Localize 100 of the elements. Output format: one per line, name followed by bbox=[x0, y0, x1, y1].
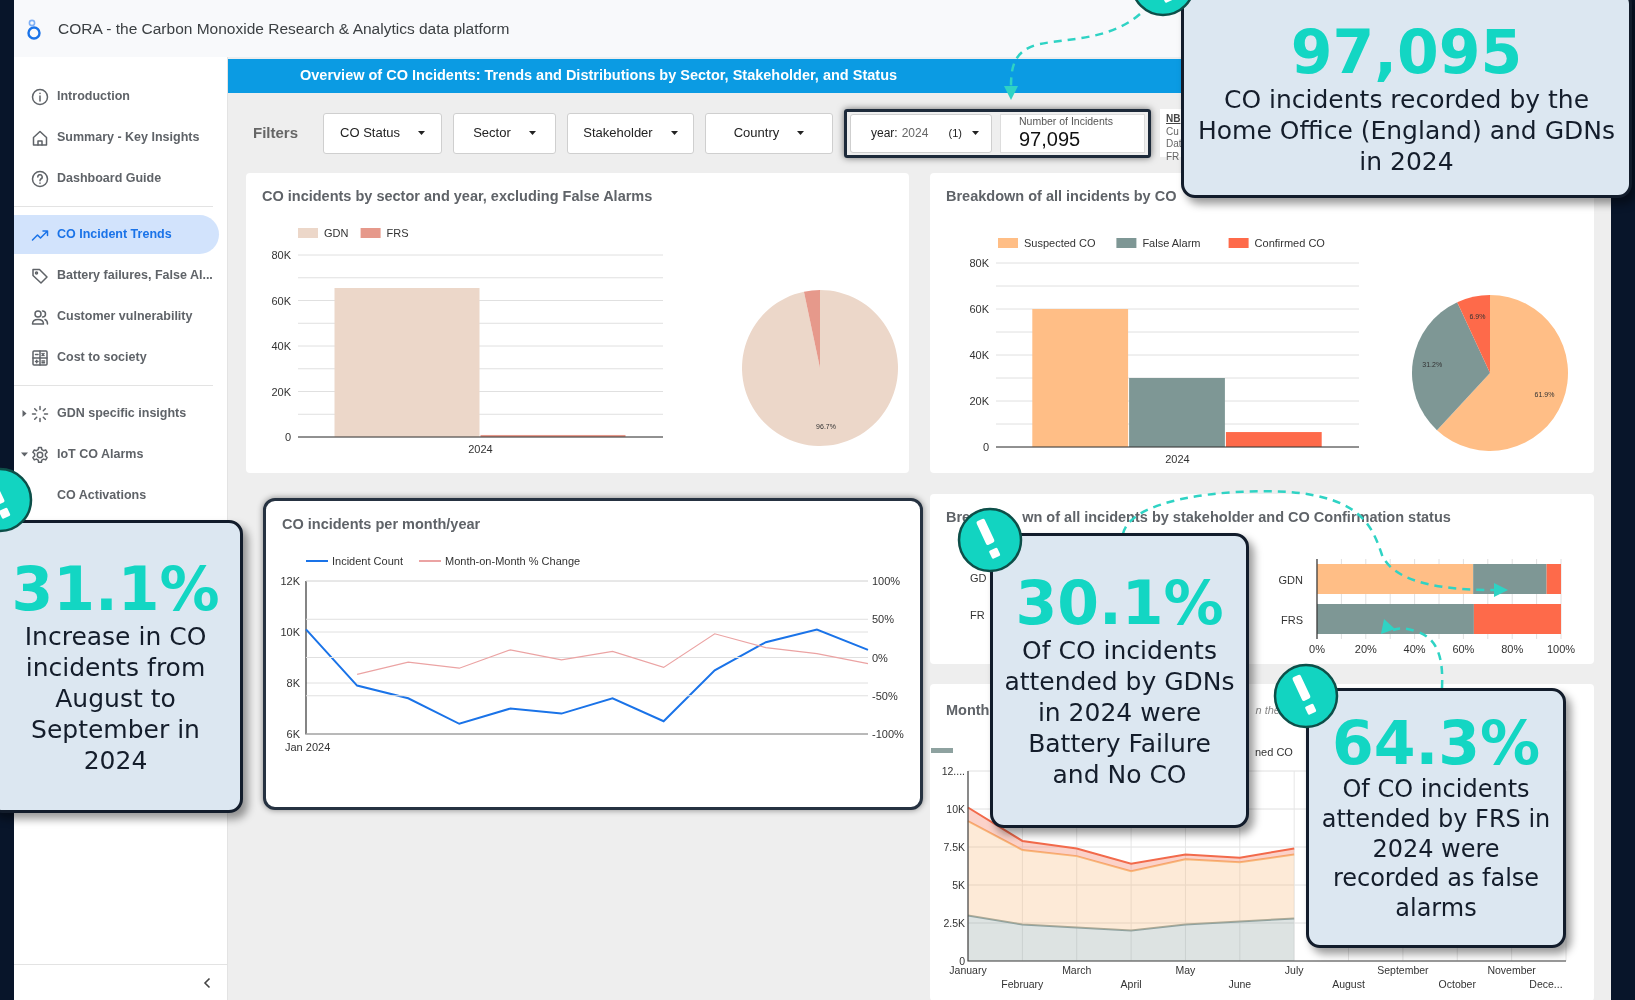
chart-title: wn of all incidents by stakeholder and CO Confirmation status bbox=[1022, 508, 1451, 527]
callout-text: Of CO incidents attended by FRS in 2024 were recorded as false alarms bbox=[1320, 775, 1552, 924]
legend-label: Month-on-Month % Change bbox=[445, 555, 581, 567]
axis-label: 8K bbox=[286, 677, 300, 689]
sidebar-item[interactable]: Customer vulnerability bbox=[14, 297, 219, 336]
axis-label: November bbox=[1487, 964, 1536, 976]
caret-down-icon[interactable] bbox=[21, 451, 28, 458]
note-text: Cu bbox=[1166, 125, 1180, 138]
filter-dropdown[interactable]: Stakeholder bbox=[567, 112, 694, 154]
axis-label: 12K bbox=[280, 575, 300, 587]
callout-value: 64.3% bbox=[1331, 712, 1541, 776]
caret-down-icon bbox=[528, 131, 536, 135]
axis-label: -100% bbox=[872, 728, 904, 740]
year-filter-dropdown[interactable]: year: 2024 (1) bbox=[850, 113, 992, 153]
axis-label: FRS bbox=[1281, 614, 1303, 626]
scorecard-value: 97,095 bbox=[1019, 127, 1082, 150]
axis-label: 60% bbox=[1452, 643, 1475, 655]
legend-label: GDN bbox=[324, 227, 349, 239]
axis-label: 10K bbox=[946, 803, 965, 815]
caret-down-icon bbox=[418, 131, 425, 135]
legend-label: ned CO bbox=[1255, 746, 1293, 758]
calculator-icon bbox=[31, 348, 49, 367]
caret-down-icon bbox=[972, 131, 979, 135]
axis-label: 20K bbox=[271, 385, 291, 398]
note-text: NB bbox=[1166, 113, 1182, 126]
filter-dropdown[interactable]: Country bbox=[705, 112, 833, 154]
dashed-arrow bbox=[1381, 619, 1444, 689]
axis-label: FR bbox=[970, 609, 985, 621]
axis-label: 20% bbox=[1354, 643, 1377, 655]
collapse-chevron-icon[interactable] bbox=[203, 976, 211, 989]
axis-label: January bbox=[949, 964, 987, 976]
axis-label: 50% bbox=[872, 613, 895, 626]
axis-label: 0% bbox=[1309, 643, 1325, 655]
info-icon bbox=[31, 87, 49, 106]
sidebar-item[interactable]: Dashboard Guide bbox=[14, 159, 219, 198]
chart-title: CO incidents per month/year bbox=[281, 515, 482, 534]
house-icon bbox=[31, 128, 49, 147]
axis-label: 40K bbox=[969, 349, 989, 361]
axis-label: 60K bbox=[271, 294, 291, 307]
axis-label: May bbox=[1175, 964, 1196, 976]
sparkle-icon bbox=[31, 404, 49, 423]
axis-label: 2024 bbox=[468, 443, 493, 455]
axis-label: -50% bbox=[872, 689, 898, 702]
tag-icon bbox=[31, 266, 49, 285]
legend-label: FRS bbox=[386, 227, 409, 239]
axis-label: February bbox=[1001, 978, 1044, 990]
note-text: FR bbox=[1166, 150, 1181, 163]
sidebar-item[interactable]: Cost to society bbox=[14, 338, 219, 377]
axis-label: 100% bbox=[1546, 643, 1576, 655]
app-title: CORA - the Carbon Monoxide Research & Analytics data platform bbox=[58, 18, 510, 39]
help-icon bbox=[31, 169, 49, 188]
axis-label: 0 bbox=[284, 431, 291, 443]
axis-label: July bbox=[1284, 964, 1304, 976]
legend-label: Incident Count bbox=[332, 555, 403, 567]
axis-label: 80% bbox=[1501, 643, 1524, 655]
axis-label: 2024 bbox=[1165, 453, 1190, 465]
axis-label: GDN bbox=[1278, 574, 1303, 586]
sidebar-item[interactable]: CO Activations bbox=[50, 476, 219, 515]
axis-label: GD bbox=[970, 572, 987, 584]
caret-right-icon[interactable] bbox=[21, 410, 28, 417]
people-icon bbox=[31, 307, 49, 326]
axis-label: 40K bbox=[271, 340, 291, 352]
legend-label: False Alarm bbox=[1142, 237, 1201, 249]
filter-dropdown[interactable]: CO Status bbox=[323, 112, 442, 154]
axis-label: 100% bbox=[872, 575, 901, 587]
axis-label: April bbox=[1120, 978, 1142, 990]
legend-label: Suspected CO bbox=[1024, 237, 1096, 249]
callout-value: 30.1% bbox=[1015, 571, 1224, 635]
axis-label: 2.5K bbox=[943, 917, 965, 929]
axis-label: 60K bbox=[969, 303, 989, 315]
axis-label: 12.... bbox=[941, 765, 965, 777]
axis-label: June bbox=[1228, 978, 1252, 990]
axis-label: 10K bbox=[280, 626, 300, 638]
callout-value: 31.1% bbox=[11, 557, 220, 621]
axis-label: September bbox=[1377, 964, 1429, 976]
sidebar-item[interactable]: Introduction bbox=[14, 77, 219, 116]
axis-label: 40% bbox=[1403, 643, 1426, 655]
filter-dropdown[interactable]: Sector bbox=[453, 112, 556, 154]
axis-label: Jan 2024 bbox=[285, 741, 331, 753]
axis-label: August bbox=[1332, 978, 1365, 990]
sidebar-item[interactable]: Summary - Key Insights bbox=[14, 118, 219, 157]
axis-label: 5K bbox=[952, 879, 965, 891]
axis-label: Dece... bbox=[1529, 978, 1563, 990]
sidebar-item[interactable]: GDN specific insights bbox=[14, 394, 219, 433]
axis-label: March bbox=[1062, 964, 1092, 976]
axis-label: 80K bbox=[271, 249, 291, 261]
chart-title: CO incidents by sector and year, excluding False Alarms bbox=[261, 187, 654, 206]
scorecard-label: Number of Incidents bbox=[1019, 116, 1114, 128]
note-text: Dat bbox=[1166, 138, 1183, 151]
sidebar-item[interactable]: Battery failures, False Al... bbox=[14, 256, 219, 295]
chart-title: Breakdown of all incidents by CO bbox=[945, 187, 1178, 206]
callout-text: Of CO incidents attended by GDNs in 2024 were Battery Failure and No CO bbox=[1003, 634, 1236, 790]
axis-label: 7.5K bbox=[943, 841, 965, 853]
axis-label: October bbox=[1438, 978, 1476, 990]
legend-label: Confirmed CO bbox=[1254, 237, 1325, 249]
sidebar-item[interactable]: IoT CO Alarms bbox=[14, 435, 219, 474]
axis-label: 20K bbox=[969, 395, 989, 407]
axis-label: 6K bbox=[286, 728, 300, 740]
sidebar-item[interactable]: CO Incident Trends bbox=[14, 215, 219, 254]
caret-down-icon bbox=[670, 131, 678, 135]
